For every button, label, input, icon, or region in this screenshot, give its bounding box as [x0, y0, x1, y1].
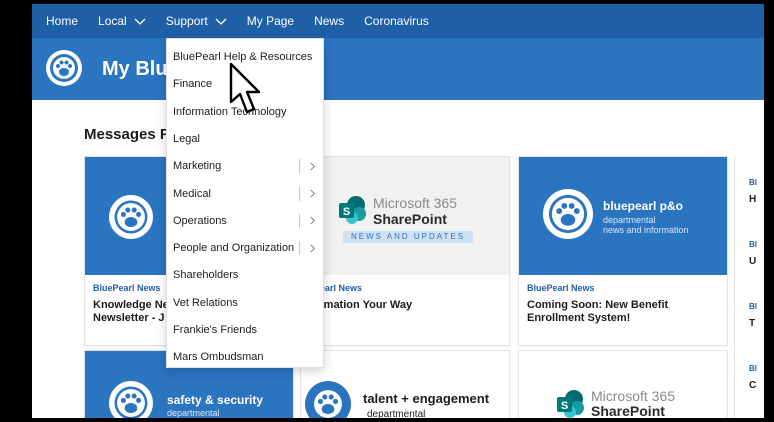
card-thumbnail: bluepearl p&o departmental news and info…: [519, 157, 727, 275]
dropdown-item[interactable]: Medical: [173, 188, 211, 200]
paw-icon: [109, 381, 153, 418]
dropdown-item[interactable]: Operations: [173, 215, 227, 227]
list-item-title[interactable]: T: [749, 318, 755, 329]
chevron-right-icon[interactable]: [299, 241, 317, 256]
chevron-down-icon: [134, 15, 146, 27]
dropdown-item[interactable]: Shareholders: [173, 269, 238, 281]
browser-viewport: Home Local Support My Page News Coronavi…: [32, 4, 764, 418]
svg-text:S: S: [561, 400, 568, 412]
nav-local[interactable]: Local: [98, 14, 146, 28]
card-headline-line: formation Your Way: [309, 299, 413, 311]
news-card[interactable]: bluepearl p&o departmental news and info…: [518, 156, 728, 346]
nav-coronavirus-label: Coronavirus: [364, 14, 429, 28]
brand-subtitle: departmental: [167, 408, 220, 418]
brand-title: safety & security: [167, 393, 264, 407]
card-headline-line: Coming Soon: New Benefit: [527, 299, 669, 311]
nav-news-label: News: [314, 14, 345, 28]
site-header: My Blue: [32, 38, 764, 100]
dropdown-item[interactable]: Vet Relations: [173, 297, 238, 309]
chevron-down-icon: [215, 15, 227, 27]
card-thumbnail: S Microsoft 365 SharePoint: [519, 351, 727, 418]
list-item-title[interactable]: U: [749, 256, 756, 267]
paw-icon: [109, 195, 153, 239]
news-card[interactable]: talent + engagement departmental: [300, 350, 510, 418]
chevron-right-icon[interactable]: [299, 186, 317, 201]
brand-subtitle: news and information: [603, 225, 689, 235]
mouse-pointer-icon: [229, 62, 261, 114]
screenshot-frame: Home Local Support My Page News Coronavi…: [0, 0, 774, 422]
dropdown-item[interactable]: People and Organization: [173, 242, 294, 254]
nav-home-label: Home: [46, 14, 79, 28]
top-navigation: Home Local Support My Page News Coronavi…: [32, 4, 764, 38]
list-item-category[interactable]: Bl: [749, 364, 757, 373]
nav-news[interactable]: News: [314, 14, 344, 28]
ms-product-subname: SharePoint: [591, 403, 665, 418]
list-item-title[interactable]: H: [749, 194, 756, 205]
dropdown-item[interactable]: Marketing: [173, 160, 221, 172]
brand-title: talent + engagement: [363, 391, 490, 406]
chevron-right-icon[interactable]: [299, 159, 317, 174]
card-category[interactable]: BluePearl News: [527, 283, 595, 293]
dropdown-item[interactable]: Frankie's Friends: [173, 324, 257, 336]
news-list-column: Bl H Bl U Bl T Bl C: [734, 156, 764, 418]
frame-border-right: [764, 0, 774, 422]
card-category[interactable]: BluePearl News: [93, 283, 161, 293]
brand-title: bluepearl p&o: [603, 199, 684, 213]
dropdown-item[interactable]: Mars Ombudsman: [173, 351, 263, 363]
frame-border-bottom: [0, 418, 774, 422]
nav-coronavirus[interactable]: Coronavirus: [364, 14, 429, 28]
brand-subtitle: departmental: [367, 409, 426, 418]
paw-icon: [543, 189, 593, 239]
chevron-right-icon[interactable]: [299, 213, 317, 228]
card-headline[interactable]: Coming Soon: New Benefit Enrollment Syst…: [527, 299, 727, 325]
sharepoint-icon: S: [557, 390, 584, 418]
nav-support[interactable]: Support: [166, 14, 227, 28]
nav-home[interactable]: Home: [46, 14, 78, 28]
nav-my-page[interactable]: My Page: [247, 14, 294, 28]
ms-band-label: NEWS AND UPDATES: [343, 231, 473, 243]
card-thumbnail: talent + engagement departmental: [301, 351, 509, 418]
card-thumbnail: S Microsoft 365 SharePoint NEWS AND UPDA…: [301, 157, 509, 275]
list-item-category[interactable]: Bl: [749, 302, 757, 311]
list-item-title[interactable]: C: [749, 380, 756, 391]
news-card[interactable]: S Microsoft 365 SharePoint: [518, 350, 728, 418]
card-headline-line: Enrollment System!: [527, 312, 631, 324]
news-card[interactable]: S Microsoft 365 SharePoint NEWS AND UPDA…: [300, 156, 510, 346]
svg-text:S: S: [343, 206, 350, 218]
section-title: Messages F: [84, 126, 170, 143]
nav-my-page-label: My Page: [246, 14, 295, 28]
paw-icon[interactable]: [46, 50, 82, 86]
list-item-category[interactable]: Bl: [749, 178, 757, 187]
card-headline[interactable]: formation Your Way: [309, 299, 509, 312]
dropdown-item[interactable]: Legal: [173, 133, 200, 145]
ms-product-subname: SharePoint: [373, 211, 447, 227]
nav-support-label: Support: [165, 14, 208, 28]
paw-icon: [305, 381, 351, 418]
ms-product-name: Microsoft 365: [373, 195, 458, 211]
list-item-category[interactable]: Bl: [749, 240, 757, 249]
frame-border-left: [0, 0, 32, 422]
sharepoint-icon: S: [339, 196, 366, 224]
nav-local-label: Local: [98, 14, 127, 28]
ms-product-name: Microsoft 365: [591, 388, 676, 404]
dropdown-item[interactable]: Finance: [173, 78, 212, 90]
